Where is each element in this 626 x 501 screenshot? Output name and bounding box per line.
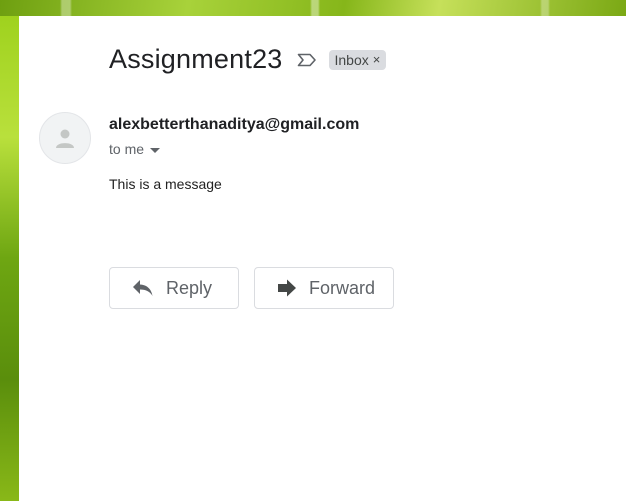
email-body: This is a message [109,176,222,192]
reply-button[interactable]: Reply [109,267,239,309]
forward-button[interactable]: Forward [254,267,394,309]
email-view: Assignment23 Inbox × alexbetterthanadity… [19,16,626,501]
wallpaper-top [0,0,626,16]
caret-down-icon[interactable] [150,147,161,153]
inbox-label-chip: Inbox × [328,49,387,70]
label-chip-text: Inbox [334,51,369,68]
sender-avatar [39,112,91,164]
recipient-text: to me [109,141,145,157]
email-subject: Assignment23 [109,44,283,74]
subject-row: Assignment23 Inbox × [109,44,387,75]
recipient-details-toggle[interactable]: to me [109,141,161,157]
person-icon [56,129,74,148]
reply-icon [133,280,153,296]
wallpaper-left [0,16,19,501]
reply-label: Reply [166,277,213,298]
forward-icon [278,279,296,297]
sender-email: alexbetterthanaditya@gmail.com [109,116,360,133]
remove-label-icon[interactable]: × [373,52,381,67]
forward-label: Forward [309,277,376,298]
importance-marker-icon[interactable] [297,53,317,67]
